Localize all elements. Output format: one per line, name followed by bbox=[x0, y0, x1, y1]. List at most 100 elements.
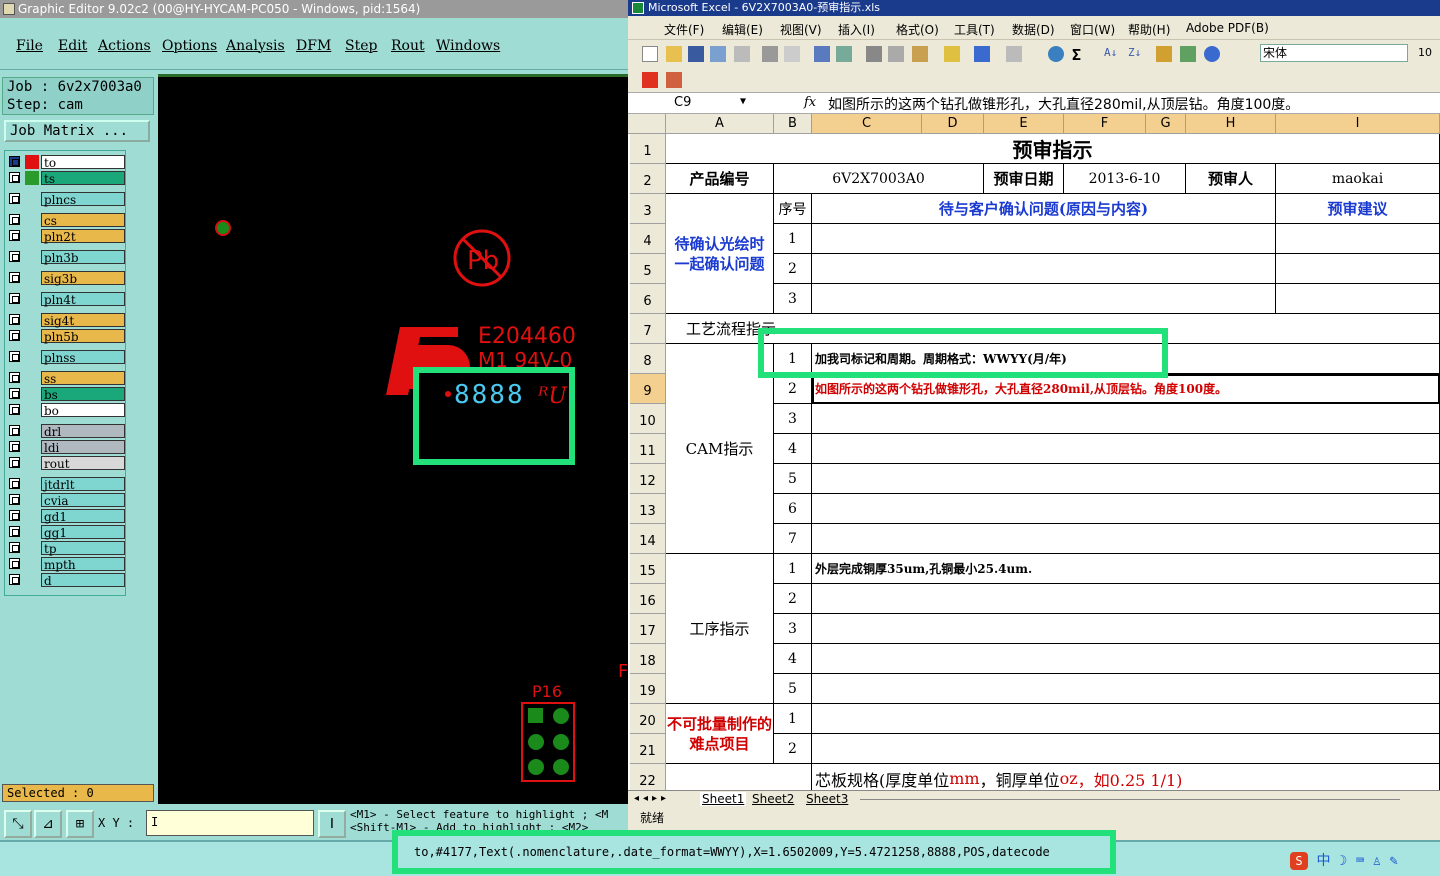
layer-row-pln2t[interactable]: pln2t bbox=[7, 229, 127, 244]
core-spec-blank[interactable] bbox=[666, 764, 812, 790]
xl-menu-tools[interactable]: 工具(T) bbox=[954, 21, 995, 38]
autosum-icon[interactable]: Σ bbox=[1072, 46, 1088, 64]
format-painter-icon[interactable] bbox=[944, 46, 960, 62]
pending-seq-3[interactable]: 3 bbox=[774, 284, 812, 314]
row-header-1[interactable]: 1 bbox=[630, 134, 666, 164]
pdf-convert-icon[interactable] bbox=[642, 72, 658, 88]
cam-seq-4[interactable]: 4 bbox=[774, 434, 812, 464]
xl-menu-window[interactable]: 窗口(W) bbox=[1070, 21, 1115, 38]
info-button[interactable]: Ⅰ bbox=[318, 810, 346, 838]
pending-confirm-label[interactable]: 待确认光绘时一起确认问题 bbox=[666, 194, 774, 314]
row-header-8[interactable]: 8 bbox=[630, 344, 666, 374]
confirm-header[interactable]: 待与客户确认问题(原因与内容) bbox=[812, 194, 1276, 224]
suggest-header[interactable]: 预审建议 bbox=[1276, 194, 1440, 224]
layer-checkbox[interactable] bbox=[9, 425, 20, 436]
row-header-16[interactable]: 16 bbox=[630, 584, 666, 614]
layer-name[interactable]: gg1 bbox=[41, 525, 125, 540]
row-header-15[interactable]: 15 bbox=[630, 554, 666, 584]
row-header-3[interactable]: 3 bbox=[630, 194, 666, 224]
ime-mode[interactable]: 中 bbox=[1316, 853, 1330, 869]
col-header-e[interactable]: E bbox=[984, 114, 1064, 134]
layer-checkbox[interactable] bbox=[9, 172, 20, 183]
layer-row-pln4t[interactable]: pln4t bbox=[7, 292, 127, 307]
process-step-label[interactable]: 工序指示 bbox=[666, 554, 774, 704]
layer-row-to[interactable]: to bbox=[7, 155, 127, 170]
diff-seq-1[interactable]: 1 bbox=[774, 704, 812, 734]
menu-windows[interactable]: Windows bbox=[436, 38, 500, 54]
row-header-2[interactable]: 2 bbox=[630, 164, 666, 194]
menu-actions[interactable]: Actions bbox=[98, 38, 151, 54]
product-no-value[interactable]: 6V2X7003A0 bbox=[774, 164, 984, 194]
xl-menu-insert[interactable]: 插入(I) bbox=[838, 21, 875, 38]
cam-seq-3[interactable]: 3 bbox=[774, 404, 812, 434]
row-header-21[interactable]: 21 bbox=[630, 734, 666, 764]
pending-row-1[interactable] bbox=[812, 224, 1276, 254]
measure-button[interactable]: ⊿ bbox=[34, 810, 62, 838]
row-header-22[interactable]: 22 bbox=[630, 764, 666, 790]
font-size-select[interactable]: 10 bbox=[1418, 46, 1432, 59]
cam-seq-1[interactable]: 1 bbox=[774, 344, 812, 374]
layer-row-rout[interactable]: rout bbox=[7, 456, 127, 471]
proc-seq-3[interactable]: 3 bbox=[774, 614, 812, 644]
layer-checkbox[interactable] bbox=[9, 372, 20, 383]
layer-row-gd1[interactable]: gd1 bbox=[7, 509, 127, 524]
undo-icon[interactable] bbox=[974, 46, 990, 62]
diff-row-1[interactable] bbox=[812, 704, 1440, 734]
layer-checkbox[interactable] bbox=[9, 388, 20, 399]
row-header-17[interactable]: 17 bbox=[630, 614, 666, 644]
product-no-label[interactable]: 产品编号 bbox=[666, 164, 774, 194]
sheet-nav-icon[interactable]: ◂◂▸▸ bbox=[634, 793, 670, 804]
layer-name[interactable]: ts bbox=[41, 171, 125, 186]
row-header-20[interactable]: 20 bbox=[630, 704, 666, 734]
layer-row-ldi[interactable]: ldi bbox=[7, 440, 127, 455]
font-name-select[interactable]: 宋体 bbox=[1260, 44, 1408, 62]
layer-row-tp[interactable]: tp bbox=[7, 541, 127, 556]
layer-name[interactable]: bo bbox=[41, 403, 125, 418]
review-date-value[interactable]: 2013-6-10 bbox=[1064, 164, 1186, 194]
diff-row-2[interactable] bbox=[812, 734, 1440, 764]
layer-row-sig3b[interactable]: sig3b bbox=[7, 271, 127, 286]
col-header-g[interactable]: G bbox=[1146, 114, 1186, 134]
row-header-14[interactable]: 14 bbox=[630, 524, 666, 554]
copy-icon[interactable] bbox=[888, 46, 904, 62]
proc-row-5[interactable] bbox=[812, 674, 1440, 704]
worksheet-grid[interactable]: A B C D E F G H I 预审指示 产品编号 6V2X7003A0 预… bbox=[628, 114, 1440, 790]
zoom-fit-button[interactable]: ⤡ bbox=[4, 810, 32, 838]
col-header-f[interactable]: F bbox=[1064, 114, 1146, 134]
proc-seq-5[interactable]: 5 bbox=[774, 674, 812, 704]
layer-checkbox[interactable] bbox=[9, 330, 20, 341]
layer-row-drl[interactable]: drl bbox=[7, 424, 127, 439]
proc-row-4[interactable] bbox=[812, 644, 1440, 674]
col-header-a[interactable]: A bbox=[666, 114, 774, 134]
help-icon[interactable] bbox=[1204, 46, 1220, 62]
layer-row-gg1[interactable]: gg1 bbox=[7, 525, 127, 540]
layer-checkbox[interactable] bbox=[9, 272, 20, 283]
drawing-icon[interactable] bbox=[1180, 46, 1196, 62]
pending-suggest-1[interactable] bbox=[1276, 224, 1440, 254]
layer-checkbox[interactable] bbox=[9, 156, 20, 167]
row-header-11[interactable]: 11 bbox=[630, 434, 666, 464]
row-header-6[interactable]: 6 bbox=[630, 284, 666, 314]
cam-row-6[interactable] bbox=[812, 494, 1440, 524]
layer-name[interactable]: plnss bbox=[41, 350, 125, 365]
layer-name[interactable]: tp bbox=[41, 541, 125, 556]
layer-checkbox[interactable] bbox=[9, 494, 20, 505]
layer-row-jtdrlt[interactable]: jtdrlt bbox=[7, 477, 127, 492]
col-header-b[interactable]: B bbox=[774, 114, 812, 134]
col-header-h[interactable]: H bbox=[1186, 114, 1276, 134]
row-header-12[interactable]: 12 bbox=[630, 464, 666, 494]
pending-seq-2[interactable]: 2 bbox=[774, 254, 812, 284]
reviewer-value[interactable]: maokai bbox=[1276, 164, 1440, 194]
layer-checkbox[interactable] bbox=[9, 230, 20, 241]
layer-name[interactable]: jtdrlt bbox=[41, 477, 125, 492]
xl-menu-format[interactable]: 格式(O) bbox=[896, 21, 939, 38]
layer-name[interactable]: pln4t bbox=[41, 292, 125, 307]
layer-checkbox[interactable] bbox=[9, 526, 20, 537]
pending-suggest-2[interactable] bbox=[1276, 254, 1440, 284]
horizontal-scrollbar[interactable] bbox=[860, 799, 1400, 800]
datecode-text[interactable]: 8888 bbox=[454, 380, 525, 410]
ime-keyboard-icon[interactable]: ⌨ bbox=[1356, 853, 1364, 869]
col-header-i[interactable]: I bbox=[1276, 114, 1440, 134]
proc-row-3[interactable] bbox=[812, 614, 1440, 644]
layer-name[interactable]: d bbox=[41, 573, 125, 588]
